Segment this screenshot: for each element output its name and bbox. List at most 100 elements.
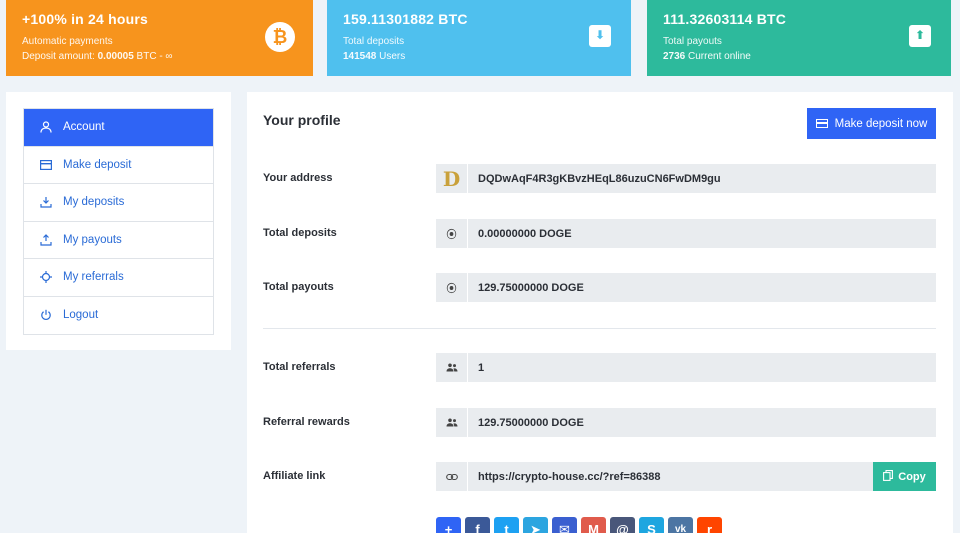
deposit-amount-value: 0.00005 <box>97 51 134 62</box>
users-count: 141548 <box>343 51 377 62</box>
users-icon <box>436 408 468 437</box>
stat-card-title: 111.32603114 BTC <box>663 11 787 27</box>
total-payouts-value: 129.75000000 DOGE <box>478 281 584 294</box>
stat-card-title: 159.11301882 BTC <box>343 11 468 27</box>
copy-button[interactable]: Copy <box>873 462 936 491</box>
sidebar-menu: Account Make deposit My deposits My payo… <box>23 108 214 335</box>
affiliate-link-row: Affiliate link https://crypto-house.cc/?… <box>263 462 936 491</box>
total-payouts-label: Total payouts <box>263 281 334 293</box>
users-icon <box>436 353 468 382</box>
skype-icon: S <box>647 522 656 533</box>
stat-card-payouts: 111.32603114 BTC Total payouts 2736 Curr… <box>647 0 951 76</box>
address-field[interactable]: D DQDwAqF4R3gKBvzHEqL86uzuCN6FwDM9gu <box>436 164 936 193</box>
sidebar: Account Make deposit My deposits My payo… <box>6 92 231 350</box>
make-deposit-now-button[interactable]: Make deposit now <box>807 108 936 139</box>
share-twitter-button[interactable]: t <box>494 517 519 533</box>
upload-tray-icon <box>39 233 53 247</box>
sidebar-item-label: My deposits <box>63 196 125 209</box>
divider <box>263 328 936 329</box>
online-suffix: Current online <box>685 51 751 62</box>
gmail-icon: M <box>588 522 599 533</box>
affiliate-link-field[interactable]: https://crypto-house.cc/?ref=86388 Copy <box>436 462 936 491</box>
address-row: Your address D DQDwAqF4R3gKBvzHEqL86uzuC… <box>263 164 936 193</box>
total-deposits-row: Total deposits ⦿ 0.00000000 DOGE <box>263 219 936 248</box>
facebook-icon: f <box>475 522 480 533</box>
email-icon: ✉ <box>559 521 570 533</box>
sidebar-item-label: My payouts <box>63 233 122 246</box>
sidebar-item-my-referrals[interactable]: My referrals <box>24 259 213 297</box>
sidebar-item-label: Make deposit <box>63 158 132 171</box>
copy-icon <box>883 469 894 484</box>
total-referrals-label: Total referrals <box>263 361 336 373</box>
reddit-icon: r <box>706 522 713 533</box>
referral-rewards-label: Referral rewards <box>263 416 350 428</box>
power-icon <box>39 308 53 322</box>
address-value: DQDwAqF4R3gKBvzHEqL86uzuCN6FwDM9gu <box>478 172 721 185</box>
sidebar-item-label: Account <box>63 121 105 134</box>
share-telegram-button[interactable]: ➤ <box>523 517 548 533</box>
plus-icon: + <box>444 522 453 533</box>
sidebar-item-label: Logout <box>63 309 99 322</box>
share-instapaper-button[interactable]: @ <box>610 517 635 533</box>
at-icon: @ <box>616 522 629 533</box>
share-email-button[interactable]: ✉ <box>552 517 577 533</box>
share-reddit-button[interactable]: r <box>697 517 722 533</box>
total-deposits-label: Total deposits <box>263 227 337 239</box>
stat-card-detail: Deposit amount: 0.00005 BTC - ∞ <box>22 51 297 62</box>
vk-icon: vk <box>674 524 687 533</box>
affiliate-link-value: https://crypto-house.cc/?ref=86388 <box>478 470 661 483</box>
sidebar-item-my-payouts[interactable]: My payouts <box>24 222 213 259</box>
link-icon <box>436 462 468 491</box>
total-payouts-field[interactable]: ⦿ 129.75000000 DOGE <box>436 273 936 302</box>
share-buttons: + f t ➤ ✉ M @ S vk r <box>436 517 722 533</box>
share-skype-button[interactable]: S <box>639 517 664 533</box>
stat-card-subtitle: Total deposits <box>343 36 405 47</box>
upload-icon: ⬆ <box>909 25 931 47</box>
coin-icon: ⦿ <box>436 219 468 248</box>
sidebar-item-account[interactable]: Account <box>24 109 213 147</box>
address-label: Your address <box>263 172 333 184</box>
credit-card-icon <box>815 119 828 128</box>
total-referrals-row: Total referrals 1 <box>263 353 936 382</box>
stat-card-title: +100% in 24 hours <box>22 11 148 27</box>
share-facebook-button[interactable]: f <box>465 517 490 533</box>
profile-panel: Your profile Make deposit now Your addre… <box>247 92 953 533</box>
coin-icon: ⦿ <box>436 273 468 302</box>
page-title: Your profile <box>263 112 341 128</box>
share-vk-button[interactable]: vk <box>668 517 693 533</box>
bitcoin-icon: ₿ <box>265 22 295 52</box>
total-payouts-row: Total payouts ⦿ 129.75000000 DOGE <box>263 273 936 302</box>
stat-card-detail: 141548 Users <box>343 51 615 62</box>
stat-card-subtitle: Total payouts <box>663 36 722 47</box>
twitter-icon: t <box>504 522 509 533</box>
download-icon: ⬇ <box>589 25 611 47</box>
user-icon <box>39 120 53 134</box>
sidebar-item-my-deposits[interactable]: My deposits <box>24 184 213 222</box>
sidebar-item-logout[interactable]: Logout <box>24 297 213 335</box>
affiliate-link-label: Affiliate link <box>263 470 326 482</box>
stat-card-profit: +100% in 24 hours Automatic payments Dep… <box>6 0 313 76</box>
referral-rewards-value: 129.75000000 DOGE <box>478 416 584 429</box>
total-referrals-field[interactable]: 1 <box>436 353 936 382</box>
total-referrals-value: 1 <box>478 361 485 374</box>
stat-card-deposits: 159.11301882 BTC Total deposits 141548 U… <box>327 0 631 76</box>
deposit-amount-prefix: Deposit amount: <box>22 51 98 62</box>
telegram-icon: ➤ <box>530 521 541 533</box>
stat-card-detail: 2736 Current online <box>663 51 935 62</box>
referral-rewards-row: Referral rewards 129.75000000 DOGE <box>263 408 936 437</box>
share-gmail-button[interactable]: M <box>581 517 606 533</box>
download-tray-icon <box>39 195 53 209</box>
deposit-amount-suffix: BTC - ∞ <box>133 51 173 62</box>
credit-card-icon <box>39 158 53 172</box>
sidebar-item-make-deposit[interactable]: Make deposit <box>24 147 213 184</box>
users-suffix: Users <box>376 51 406 62</box>
share-addthis-button[interactable]: + <box>436 517 461 533</box>
total-deposits-field[interactable]: ⦿ 0.00000000 DOGE <box>436 219 936 248</box>
sidebar-item-label: My referrals <box>63 271 124 284</box>
copy-label: Copy <box>898 470 926 483</box>
referral-rewards-field[interactable]: 129.75000000 DOGE <box>436 408 936 437</box>
button-label: Make deposit now <box>834 117 928 130</box>
stat-card-subtitle: Automatic payments <box>22 36 113 47</box>
total-deposits-value: 0.00000000 DOGE <box>478 227 572 240</box>
crosshair-icon <box>39 270 53 284</box>
